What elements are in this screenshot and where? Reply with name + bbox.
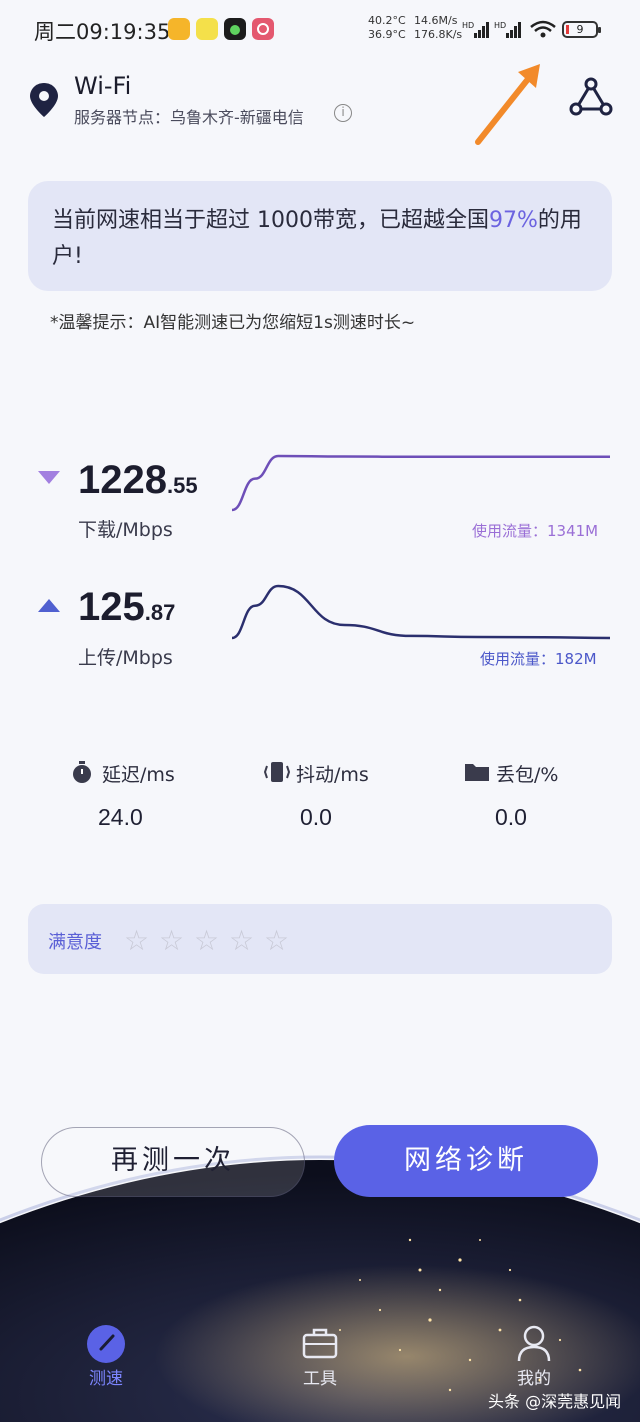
upload-speed-curve [231,584,611,640]
cellular-signal-icon: HD [462,20,490,44]
download-speed-curve [231,454,610,512]
network-diagnosis-button[interactable]: 网络诊断 [334,1125,598,1197]
svg-text:HD: HD [494,21,506,30]
retest-button[interactable]: 再测一次 [41,1127,305,1197]
satisfaction-card: 满意度 ☆ ☆ ☆ ☆ ☆ [28,904,612,974]
upload-arrow-icon [38,598,60,617]
packet-loss-label: 丢包/% [496,764,559,786]
folder-icon [464,760,490,786]
latency-label: 延迟/ms [102,764,175,786]
speedometer-icon [86,1324,126,1368]
download-arrow-icon [38,470,60,489]
notes-app-icon [168,18,190,40]
star-2-icon[interactable]: ☆ [159,924,184,957]
battery-indicator: 9 [562,21,601,38]
download-unit-label: 下载/Mbps [78,519,173,541]
jitter-value: 0.0 [300,804,332,830]
cellular-signal-2-icon: HD [494,20,522,44]
temperature-readout: 40.2°C 36.9°C [368,14,406,41]
profile-icon [516,1324,552,1366]
nav-label-profile: 我的 [517,1369,551,1389]
music-app-icon [224,18,246,40]
jitter-label: 抖动/ms [296,764,369,786]
star-4-icon[interactable]: ☆ [229,924,254,957]
nav-label-speedtest: 测速 [89,1369,123,1389]
status-time: 周二09:19:35 [34,20,171,44]
network-rate-readout: 14.6M/s 176.8K/s [414,14,463,41]
vibration-icon [263,760,291,788]
network-type-title: Wi-Fi [74,72,132,100]
toolbox-icon [302,1326,338,1364]
wifi-status-icon [528,18,558,44]
annotation-arrow-icon [470,60,550,154]
satisfaction-label: 满意度 [48,932,102,953]
upload-traffic: 使用流量：182M [480,650,597,668]
download-speed-value: 1228.55 [78,458,198,502]
speed-summary-banner: 当前网速相当于超过 1000带宽，已超越全国97%的用户! [28,181,612,291]
banner-text: 当前网速相当于超过 1000带宽，已超越全国 [52,208,489,233]
banner-highlight: 97% [488,208,538,233]
svg-text:HD: HD [462,21,474,30]
nav-label-tools: 工具 [303,1369,337,1389]
location-pin-icon [28,82,60,122]
server-node-label[interactable]: 服务器节点：乌鲁木齐-新疆电信 [74,104,304,128]
upload-speed-value: 125.87 [78,585,176,629]
share-icon[interactable] [568,76,614,124]
info-icon[interactable]: i [334,104,352,122]
watermark-text: 头条 @深莞惠见闻 [488,1392,622,1411]
upload-unit-label: 上传/Mbps [78,647,173,669]
camera-app-icon [252,18,274,40]
packet-loss-value: 0.0 [495,804,527,830]
nav-item-speedtest[interactable]: 测速 [46,1288,166,1422]
star-3-icon[interactable]: ☆ [194,924,219,957]
news-app-icon [196,18,218,40]
speedtest-tip: *温馨提示：AI智能测速已为您缩短1s测速时长~ [50,313,416,333]
star-5-icon[interactable]: ☆ [264,924,289,957]
latency-value: 24.0 [98,804,143,830]
nav-item-tools[interactable]: 工具 [260,1288,380,1422]
star-1-icon[interactable]: ☆ [124,924,149,957]
download-traffic: 使用流量：1341M [472,522,599,540]
stopwatch-icon [70,760,94,788]
